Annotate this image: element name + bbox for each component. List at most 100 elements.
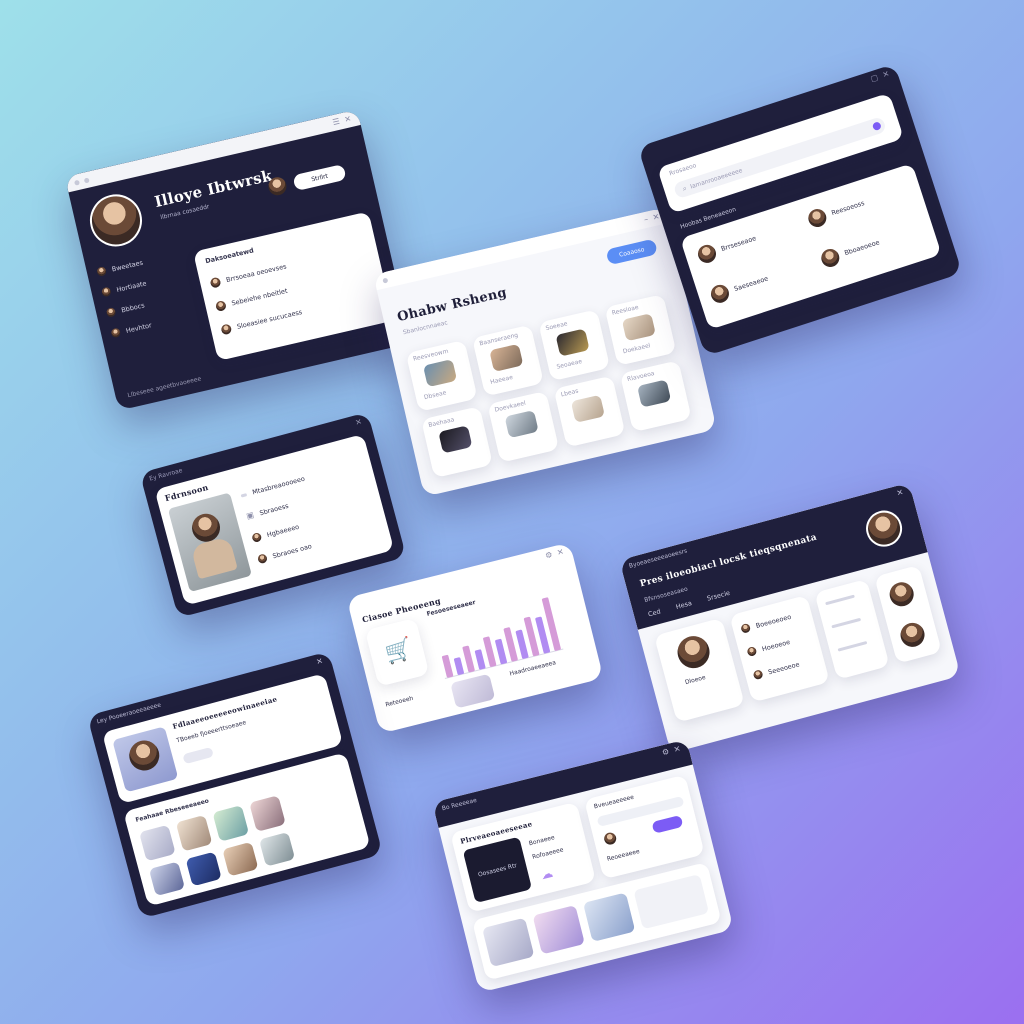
close-icon[interactable]: ✕ — [896, 488, 905, 498]
avatar — [752, 669, 764, 681]
close-icon[interactable]: ✕ — [673, 744, 682, 754]
settings-icon[interactable]: ⚙ — [544, 550, 553, 560]
list-item[interactable]: Brrsoeaa oeoevses — [209, 261, 288, 289]
window-dot[interactable] — [83, 177, 90, 184]
close-icon[interactable]: ✕ — [354, 417, 363, 427]
window-control-icon[interactable]: ▢ — [869, 73, 879, 84]
gallery-tile[interactable]: Soeeae Seoaeae — [538, 309, 611, 382]
close-icon[interactable]: ✕ — [881, 69, 890, 80]
thumbnail[interactable] — [139, 824, 176, 862]
avatar — [695, 242, 719, 266]
thumbnail[interactable] — [212, 805, 250, 842]
list-item-label: Hgbaeeeo — [265, 522, 300, 539]
gallery-tile[interactable]: Baehaaa — [421, 406, 493, 479]
avatar — [740, 622, 752, 634]
thumbnail[interactable] — [258, 831, 296, 867]
thumbnail[interactable] — [249, 795, 286, 832]
avatar — [105, 307, 117, 318]
action-button[interactable] — [182, 746, 214, 765]
person-row[interactable] — [837, 640, 868, 652]
hero-label: Oosasees Rtr — [477, 861, 518, 879]
menu-icon[interactable]: ☰ — [332, 117, 341, 127]
list-item[interactable]: Sebeiehe nbeitlet — [214, 286, 289, 313]
search-icon: ⌕ — [681, 183, 688, 193]
gallery-tile[interactable]: Reesveowm Dbseae — [405, 339, 478, 412]
sidebar-item-label: Bweetaes — [110, 258, 144, 274]
page-title: Ohabw Rsheng — [395, 285, 509, 326]
sidebar-item-label: Bbbocs — [120, 300, 146, 314]
panel-header: Daksoeatewd — [204, 246, 255, 266]
list-item-label: Sebeiehe nbeitlet — [230, 286, 289, 308]
avatar — [818, 246, 842, 270]
subsection-label: Reteoeeh — [384, 694, 415, 709]
person-row[interactable] — [825, 594, 855, 606]
window-profile-feed: Ley Pooeeraoeeaeeee ✕ Fdlaaeeoeeeeeowina… — [87, 651, 383, 919]
window-dot[interactable] — [73, 179, 80, 186]
settings-icon[interactable]: ⚙ — [661, 747, 670, 757]
person-card[interactable]: Brrseseaoe — [695, 229, 759, 266]
gallery-tile[interactable]: Baanseraeng Haeeae — [471, 324, 544, 397]
gallery-tile[interactable]: Lbeas — [553, 375, 626, 448]
profile-card[interactable]: Dloeoe — [653, 617, 745, 723]
minimize-icon[interactable]: – — [643, 215, 649, 225]
list-line — [240, 492, 248, 498]
thumbnail[interactable] — [633, 874, 710, 930]
gallery-tile[interactable]: Rlavoeoa — [619, 360, 692, 433]
tile-caption: Haeeae — [489, 373, 514, 386]
list-item[interactable]: Sbraoes oao — [256, 541, 313, 565]
list-item[interactable]: ▣ Sbraoess — [245, 502, 289, 521]
tile-label: Baehaaa — [427, 416, 456, 429]
person-name: Bboaeoeoe — [843, 238, 881, 258]
person-row[interactable]: Hoeoeoe — [746, 637, 791, 658]
toggle-switch[interactable] — [651, 814, 684, 834]
voice-icon[interactable] — [871, 121, 882, 132]
item-label: Reoeeaeee — [606, 847, 641, 863]
window-team-directory: Byoeaeseeeaoeesrs ✕ Pres iloeobiacl locs… — [619, 482, 961, 754]
person-card[interactable]: Reesoeoss — [805, 194, 867, 230]
list-item-label: Sbraoes oao — [271, 541, 313, 560]
portrait-body — [190, 536, 238, 580]
window-profile-dashboard: ☰ ✕ Illoye Ibtwrsk llbrnaa cosaeddr Strl… — [64, 109, 412, 411]
list-item-label: Brrsoeaa oeoevses — [225, 262, 288, 285]
thumbnail[interactable] — [450, 673, 496, 709]
search-label: Rrosaeoo — [668, 162, 698, 178]
gallery-tile[interactable]: Reesioae Doekaeel — [604, 293, 677, 366]
thumbnail[interactable] — [148, 861, 186, 897]
cart-tile[interactable]: 🛒 — [364, 617, 430, 687]
thumbnail[interactable] — [582, 892, 636, 942]
person-row[interactable]: Seeeoeoe — [752, 659, 801, 681]
window-dot[interactable] — [382, 277, 389, 284]
footer-text: Llbeseee ageetbvaoeeee — [126, 375, 202, 400]
close-icon[interactable]: ✕ — [344, 114, 353, 124]
item-label: Bonaeee — [528, 834, 556, 848]
thumbnail[interactable] — [482, 917, 535, 968]
person-card[interactable]: Bboaeoeoe — [818, 234, 882, 270]
thumbnail[interactable] — [185, 851, 222, 887]
thumbnail — [489, 343, 524, 372]
chart-bar — [495, 638, 507, 665]
action-button[interactable]: Strllrt — [292, 163, 347, 192]
list-item[interactable]: Mtasbreaoooeeo — [240, 475, 306, 500]
thumbnail[interactable] — [532, 905, 585, 955]
gallery-tile[interactable]: Doevkaeel — [487, 390, 560, 463]
thumbnail[interactable] — [222, 841, 259, 877]
list-item-label: Sloeasiee sucucaess — [236, 308, 303, 331]
list-line — [837, 640, 868, 652]
chart-bar — [453, 657, 464, 675]
thumbnail[interactable] — [175, 814, 213, 852]
tile-label: Reesioae — [611, 303, 640, 317]
person-row[interactable]: Boeeoeoeo — [740, 612, 792, 634]
avatar — [886, 579, 917, 609]
thumbnail — [621, 313, 656, 342]
avatar — [805, 206, 829, 230]
hero-image[interactable]: Oosasees Rtr — [462, 836, 533, 904]
list-item[interactable]: Sloeasiee sucucaess — [220, 307, 303, 336]
primary-button[interactable]: Coaaoso — [605, 238, 658, 266]
list-item[interactable]: Hgbaeeeo — [251, 522, 300, 543]
person-card[interactable]: Saeseaeoe — [708, 270, 771, 306]
window-portrait-list: Ey Ravroae ✕ Fdrnsoon Mtasbreaoooeeo ▣ Sb… — [139, 412, 407, 618]
close-icon[interactable]: ✕ — [556, 547, 565, 557]
list-line — [825, 594, 855, 606]
person-row[interactable] — [831, 617, 862, 629]
close-icon[interactable]: ✕ — [315, 656, 324, 666]
